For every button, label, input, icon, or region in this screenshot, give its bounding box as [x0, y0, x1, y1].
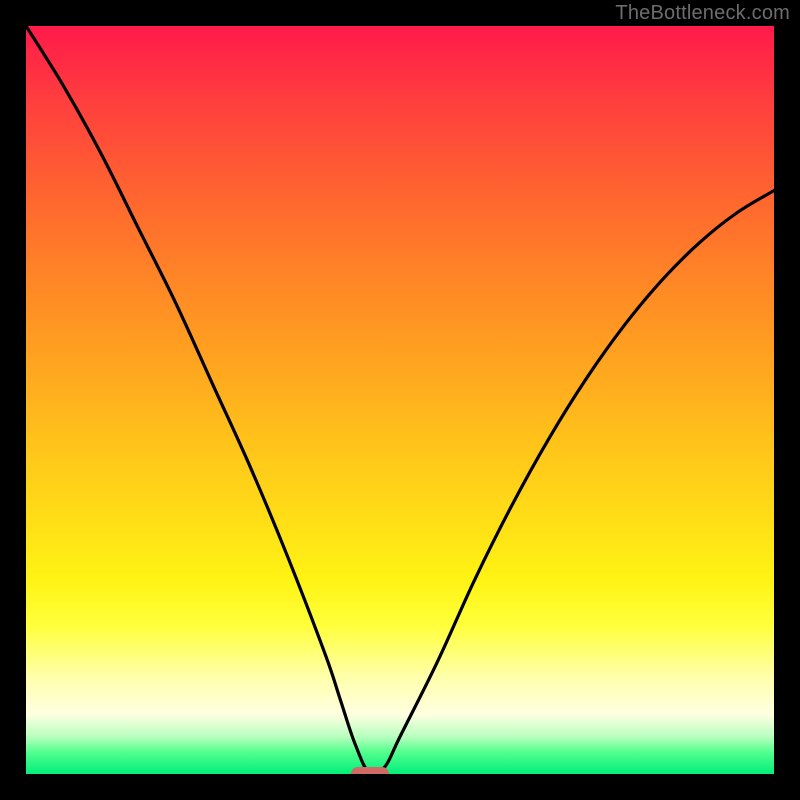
plot-area — [26, 26, 774, 774]
watermark-text: TheBottleneck.com — [615, 2, 790, 25]
chart-frame: TheBottleneck.com — [0, 0, 800, 800]
bottleneck-curve — [26, 26, 774, 774]
curve-layer — [26, 26, 774, 774]
minimum-marker — [351, 767, 388, 774]
